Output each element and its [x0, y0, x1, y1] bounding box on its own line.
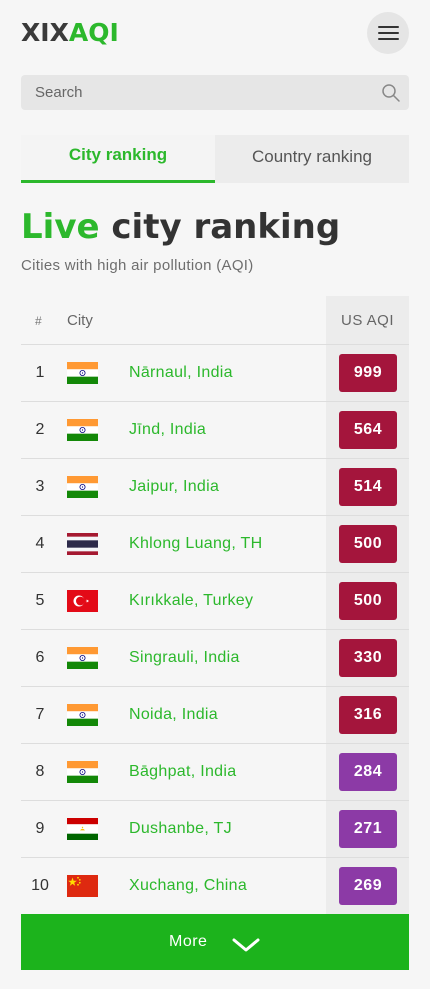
table-row[interactable]: 3 Jaipur, India 514 [21, 459, 409, 516]
ranking-table: # City US AQI 1 Nārnaul, India 999 2 Jīnd, I… [21, 296, 409, 916]
table-row[interactable]: 10 Xuchang, China 269 [21, 858, 409, 915]
aqi-badge: 500 [339, 525, 397, 563]
aqi-badge: 330 [339, 639, 397, 677]
india-flag-icon [67, 419, 98, 441]
city-link[interactable]: Dushanbe, TJ [129, 820, 232, 838]
thailand-flag-icon [67, 533, 98, 555]
table-row[interactable]: 7 Noida, India 316 [21, 687, 409, 744]
turkey-flag-icon [67, 590, 98, 612]
search-icon[interactable] [381, 83, 401, 103]
more-button[interactable]: More [21, 914, 409, 970]
india-flag-icon [67, 761, 98, 783]
tajikistan-flag-icon [67, 818, 98, 840]
hamburger-icon [378, 26, 399, 28]
city-link[interactable]: Noida, India [129, 706, 218, 724]
city-link[interactable]: Jaipur, India [129, 478, 219, 496]
india-flag-icon [67, 704, 98, 726]
rank-number: 8 [35, 763, 45, 780]
aqi-badge: 514 [339, 468, 397, 506]
aqi-header: US AQI [340, 312, 395, 329]
tab-city-ranking[interactable]: City ranking [21, 135, 215, 183]
city-link[interactable]: Khlong Luang, TH [129, 535, 263, 553]
rank-number: 6 [35, 649, 45, 666]
aqi-badge: 316 [339, 696, 397, 734]
rank-number: 4 [35, 535, 45, 552]
title-highlight: Live [21, 207, 100, 247]
city-header: City [67, 312, 93, 329]
table-row[interactable]: 1 Nārnaul, India 999 [21, 345, 409, 402]
india-flag-icon [67, 476, 98, 498]
more-button-label: More [169, 933, 208, 950]
rank-number: 5 [35, 592, 45, 609]
city-link[interactable]: Nārnaul, India [129, 364, 233, 382]
header: XIXAQI [0, 0, 430, 66]
city-link[interactable]: Xuchang, China [129, 877, 247, 895]
page-title: Live city ranking [21, 206, 340, 248]
aqi-badge: 564 [339, 411, 397, 449]
rank-number: 2 [35, 421, 45, 438]
page-subtitle: Cities with high air pollution (AQI) [21, 257, 254, 274]
rank-number: 3 [35, 478, 45, 495]
aqi-badge: 269 [339, 867, 397, 905]
rank-number: 7 [35, 706, 45, 723]
aqi-badge: 999 [339, 354, 397, 392]
search-input[interactable] [21, 75, 371, 110]
rank-number: 1 [35, 364, 45, 381]
ranking-tabs: City ranking Country ranking [21, 135, 409, 183]
title-text: city ranking [111, 207, 341, 247]
china-flag-icon [67, 875, 98, 897]
rank-number: 10 [31, 877, 49, 894]
chevron-down-icon [232, 938, 260, 952]
rank-header: # [35, 314, 42, 328]
city-link[interactable]: Kırıkkale, Turkey [129, 592, 253, 610]
aqi-badge: 284 [339, 753, 397, 791]
aqi-badge: 271 [339, 810, 397, 848]
india-flag-icon [67, 362, 98, 384]
city-link[interactable]: Singrauli, India [129, 649, 240, 667]
search-bar [21, 75, 409, 110]
table-row[interactable]: 8 Bāghpat, India 284 [21, 744, 409, 801]
table-row[interactable]: 6 Singrauli, India 330 [21, 630, 409, 687]
table-header: # City US AQI [21, 296, 409, 345]
city-link[interactable]: Jīnd, India [129, 421, 206, 439]
menu-button[interactable] [367, 12, 409, 54]
city-link[interactable]: Bāghpat, India [129, 763, 236, 781]
aqi-badge: 500 [339, 582, 397, 620]
india-flag-icon [67, 647, 98, 669]
logo[interactable]: XIXAQI [21, 20, 119, 46]
table-row[interactable]: 5 Kırıkkale, Turkey 500 [21, 573, 409, 630]
table-row[interactable]: 2 Jīnd, India 564 [21, 402, 409, 459]
table-row[interactable]: 9 Dushanbe, TJ 271 [21, 801, 409, 858]
table-body: 1 Nārnaul, India 999 2 Jīnd, India 564 3 Jaipur… [21, 345, 409, 915]
rank-number: 9 [35, 820, 45, 837]
tab-country-ranking[interactable]: Country ranking [215, 135, 409, 183]
table-row[interactable]: 4 Khlong Luang, TH 500 [21, 516, 409, 573]
